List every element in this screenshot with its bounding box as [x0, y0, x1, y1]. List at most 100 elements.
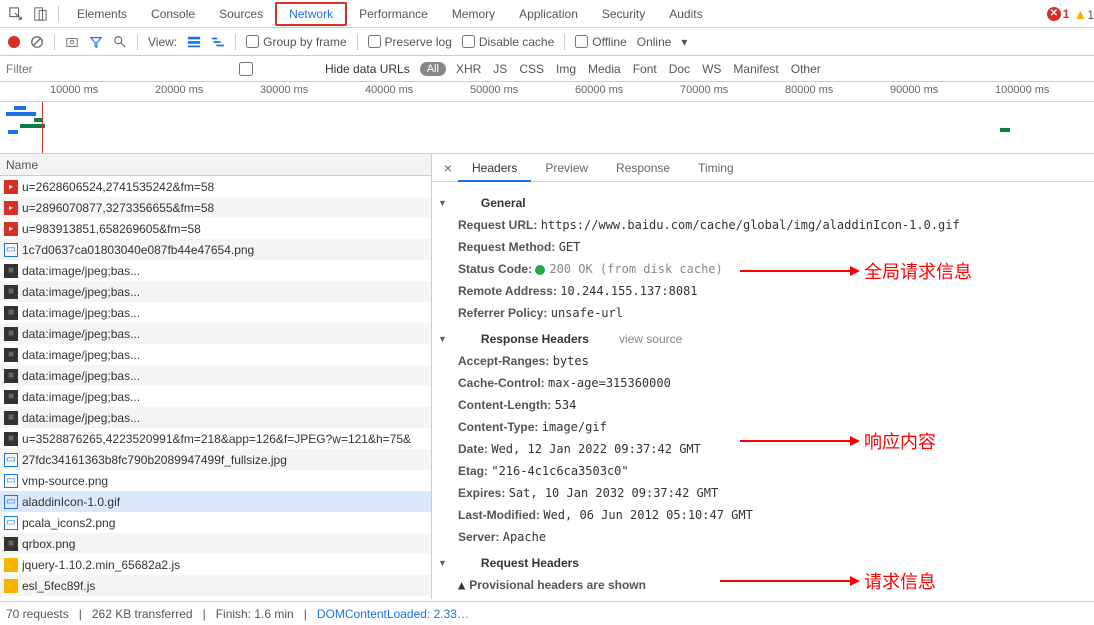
request-row[interactable]: esl_5fec89f.js	[0, 575, 431, 596]
file-type-icon: ■	[4, 327, 18, 341]
offline-checkbox[interactable]: Offline	[575, 35, 626, 49]
request-row[interactable]: ■data:image/jpeg;bas...	[0, 407, 431, 428]
tab-audits[interactable]: Audits	[657, 0, 714, 28]
large-rows-icon[interactable]	[187, 35, 201, 49]
file-type-icon: ▭	[4, 474, 18, 488]
tab-sources[interactable]: Sources	[207, 0, 275, 28]
tab-elements[interactable]: Elements	[65, 0, 139, 28]
request-details-pane: × HeadersPreviewResponseTiming General R…	[432, 154, 1094, 599]
filter-doc[interactable]: Doc	[669, 62, 690, 76]
disable-cache-checkbox[interactable]: Disable cache	[462, 35, 554, 49]
request-name: jquery-1.10.2.min_65682a2.js	[22, 558, 431, 572]
detail-tab-response[interactable]: Response	[602, 154, 684, 182]
request-row[interactable]: ■ data:image/jpeg;bas...	[0, 281, 431, 302]
request-headers-section-header[interactable]: Request Headers	[438, 552, 1094, 574]
search-icon[interactable]	[113, 35, 127, 49]
file-type-icon: ■	[4, 285, 18, 299]
file-type-icon	[4, 558, 18, 572]
filter-row: Hide data URLs All XHR JS CSS Img Media Font D…	[0, 56, 1094, 82]
file-type-icon: ▸	[4, 180, 18, 194]
file-type-icon: ▸	[4, 222, 18, 236]
file-type-icon: ▭	[4, 243, 18, 257]
request-row[interactable]: ■data:image/jpeg;bas...	[0, 365, 431, 386]
filter-icon[interactable]	[89, 35, 103, 49]
request-row[interactable]: ▭ aladdinIcon-1.0.gif	[0, 491, 431, 512]
close-details-icon[interactable]: ×	[438, 160, 458, 176]
filter-other[interactable]: Other	[791, 62, 821, 76]
tab-performance[interactable]: Performance	[347, 0, 440, 28]
request-name: 1c7d0637ca01803040e087fb44e47654.png	[22, 243, 431, 257]
detail-tab-timing[interactable]: Timing	[684, 154, 748, 182]
request-row[interactable]: ▸ u=2628606524,2741535242&fm=58	[0, 176, 431, 197]
clear-icon[interactable]	[30, 35, 44, 49]
waterfall-view-icon[interactable]	[211, 35, 225, 49]
file-type-icon: ■	[4, 537, 18, 551]
detail-tabs: × HeadersPreviewResponseTiming	[432, 154, 1094, 182]
filter-font[interactable]: Font	[633, 62, 657, 76]
domcontentloaded-time: DOMContentLoaded: 2.33…	[317, 607, 469, 621]
request-row[interactable]: ▭pcala_icons2.png	[0, 512, 431, 533]
view-source-link[interactable]: view source	[619, 328, 682, 350]
tab-console[interactable]: Console	[139, 0, 207, 28]
filter-js[interactable]: JS	[493, 62, 507, 76]
finish-time: Finish: 1.6 min	[216, 607, 294, 621]
detail-tab-headers[interactable]: Headers	[458, 154, 531, 182]
request-row[interactable]: ▭27fdc34161363b8fc790b2089947499f_fullsi…	[0, 449, 431, 470]
request-name: data:image/jpeg;bas...	[22, 306, 431, 320]
file-type-icon: ■	[4, 390, 18, 404]
file-type-icon: ▭	[4, 495, 18, 509]
request-name: data:image/jpeg;bas...	[22, 390, 431, 404]
request-row[interactable]: ■data:image/jpeg;bas...	[0, 344, 431, 365]
warning-indicator[interactable]: ▲1	[1073, 6, 1094, 22]
request-name: u=2628606524,2741535242&fm=58	[22, 180, 431, 194]
filter-input[interactable]	[6, 62, 161, 76]
inspect-icon[interactable]	[4, 2, 28, 26]
overview-waterfall[interactable]	[0, 102, 1094, 154]
file-type-icon: ■	[4, 411, 18, 425]
filter-xhr[interactable]: XHR	[456, 62, 481, 76]
request-row[interactable]: jquery-1.10.2.min_65682a2.js	[0, 554, 431, 575]
tab-memory[interactable]: Memory	[440, 0, 507, 28]
detail-tab-preview[interactable]: Preview	[531, 154, 602, 182]
request-row[interactable]: ▭vmp-source.png	[0, 470, 431, 491]
name-column-header[interactable]: Name	[0, 154, 431, 176]
status-dot-icon	[535, 265, 545, 275]
request-row[interactable]: ■data:image/jpeg;bas...	[0, 323, 431, 344]
throttling-select[interactable]: Online ▾	[637, 35, 688, 49]
request-name: 27fdc34161363b8fc790b2089947499f_fullsiz…	[22, 453, 431, 467]
file-type-icon	[4, 579, 18, 593]
general-section-header[interactable]: General	[438, 192, 1094, 214]
device-toggle-icon[interactable]	[28, 2, 52, 26]
request-row[interactable]: ▸u=2896070877,3273356655&fm=58	[0, 197, 431, 218]
request-row[interactable]: ■qrbox.png	[0, 533, 431, 554]
tab-security[interactable]: Security	[590, 0, 657, 28]
hide-data-urls-checkbox[interactable]: Hide data URLs	[171, 62, 410, 76]
filter-css[interactable]: CSS	[519, 62, 544, 76]
request-row[interactable]: ■data:image/jpeg;bas...	[0, 260, 431, 281]
filter-all[interactable]: All	[420, 62, 446, 76]
request-name: pcala_icons2.png	[22, 516, 431, 530]
response-headers-section-header[interactable]: Response Headersview source	[438, 328, 1094, 350]
filter-img[interactable]: Img	[556, 62, 576, 76]
request-name: aladdinIcon-1.0.gif	[22, 495, 431, 509]
filter-ws[interactable]: WS	[702, 62, 721, 76]
request-name: data:image/jpeg;bas...	[22, 264, 431, 278]
group-by-frame-checkbox[interactable]: Group by frame	[246, 35, 346, 49]
filter-media[interactable]: Media	[588, 62, 621, 76]
error-indicator[interactable]: ✕1	[1047, 7, 1074, 21]
request-row[interactable]: ■u=3528876265,4223520991&fm=218&app=126&…	[0, 428, 431, 449]
preserve-log-checkbox[interactable]: Preserve log	[368, 35, 452, 49]
request-row[interactable]: ▭ 1c7d0637ca01803040e087fb44e47654.png	[0, 239, 431, 260]
capture-screenshot-icon[interactable]	[65, 35, 79, 49]
request-row[interactable]: ▸u=983913851,658269605&fm=58	[0, 218, 431, 239]
record-button[interactable]	[8, 36, 20, 48]
tab-application[interactable]: Application	[507, 0, 590, 28]
request-name: u=3528876265,4223520991&fm=218&app=126&f…	[22, 432, 431, 446]
timeline-ruler[interactable]: 10000 ms20000 ms30000 ms40000 ms50000 ms…	[0, 82, 1094, 102]
filter-manifest[interactable]: Manifest	[733, 62, 778, 76]
request-name: data:image/jpeg;bas...	[22, 285, 431, 299]
request-row[interactable]: ■ data:image/jpeg;bas...	[0, 386, 431, 407]
tab-network[interactable]: Network	[275, 2, 347, 26]
request-name: u=2896070877,3273356655&fm=58	[22, 201, 431, 215]
request-row[interactable]: ■data:image/jpeg;bas...	[0, 302, 431, 323]
